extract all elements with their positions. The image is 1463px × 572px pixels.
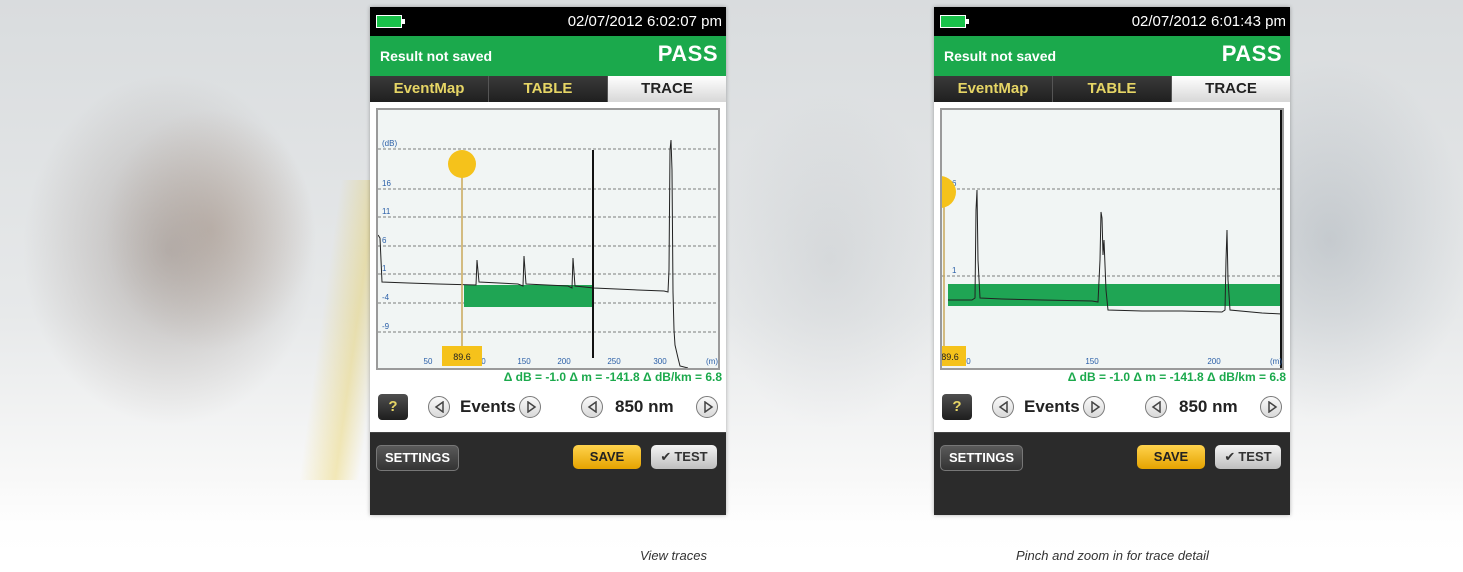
cursor-a-value: 89.6 (942, 352, 959, 362)
events-prev-button[interactable] (428, 396, 450, 418)
device-screen-left: 02/07/2012 6:02:07 pm Result not saved P… (370, 7, 726, 515)
triangle-left-icon (1151, 401, 1161, 413)
triangle-right-icon (527, 401, 537, 413)
x-tick-label: 250 (607, 357, 621, 366)
y-tick-label: 1 (952, 266, 957, 275)
test-button[interactable]: ✔ TEST (651, 445, 717, 469)
x-tick-label: 150 (1085, 357, 1099, 366)
wavelength-label: 850 nm (1179, 397, 1238, 416)
trace-line (378, 139, 689, 368)
cursor-a-handle (448, 150, 476, 178)
event-band (464, 285, 594, 307)
status-bar: 02/07/2012 6:02:07 pm (370, 7, 726, 36)
result-bar: Result not saved PASS (934, 36, 1290, 76)
tab-bar: EventMap TABLE TRACE (370, 76, 726, 102)
test-button-label: TEST (674, 449, 708, 464)
trace-area: (dB) 16 11 6 1 -4 -9 50 150 200 250 300 … (370, 102, 726, 386)
battery-icon (376, 15, 405, 28)
bottom-bar: SETTINGS SAVE ✔ TEST (370, 432, 726, 487)
y-tick-label: 1 (382, 264, 387, 273)
triangle-left-icon (587, 401, 597, 413)
tab-table[interactable]: TABLE (1053, 76, 1172, 102)
checkmark-icon: ✔ (660, 449, 672, 464)
events-label: Events (1024, 397, 1080, 416)
status-bar: 02/07/2012 6:01:43 pm (934, 7, 1290, 36)
tab-eventmap[interactable]: EventMap (370, 76, 489, 102)
trace-area: 6 1 100 150 200 (m) 89.6 Δ dB = -1.0 Δ m… (934, 102, 1290, 386)
event-band (948, 284, 1282, 306)
control-row: ? Events 850 nm (370, 386, 726, 432)
events-label: Events (460, 397, 516, 416)
trace-chart: 6 1 100 150 200 (m) 89.6 (942, 110, 1282, 368)
caption-right: Pinch and zoom in for trace detail (1016, 548, 1209, 563)
x-tick-label: 150 (517, 357, 531, 366)
y-tick-label: 6 (382, 236, 387, 245)
wavelength-next-button[interactable] (1260, 396, 1282, 418)
triangle-right-icon (1268, 401, 1278, 413)
datetime: 02/07/2012 6:01:43 pm (1131, 13, 1286, 30)
trace-plot[interactable]: 6 1 100 150 200 (m) 89.6 (940, 108, 1284, 370)
test-button-label: TEST (1238, 449, 1272, 464)
events-next-button[interactable] (519, 396, 541, 418)
help-button[interactable]: ? (942, 394, 972, 420)
wavelength-label: 850 nm (615, 397, 674, 416)
events-next-button[interactable] (1083, 396, 1105, 418)
verdict-badge: PASS (657, 41, 718, 66)
battery-icon (940, 15, 969, 28)
triangle-left-icon (434, 401, 444, 413)
bottom-bar: SETTINGS SAVE ✔ TEST (934, 432, 1290, 487)
y-unit-label: (dB) (382, 139, 397, 148)
tab-bar: EventMap TABLE TRACE (934, 76, 1290, 102)
x-tick-label: 200 (557, 357, 571, 366)
caption-left: View traces (640, 548, 707, 563)
triangle-right-icon (1091, 401, 1101, 413)
settings-button[interactable]: SETTINGS (940, 445, 1024, 471)
delta-readout: Δ dB = -1.0 Δ m = -141.8 Δ dB/km = 6.8 (503, 370, 722, 384)
device-screen-right: 02/07/2012 6:01:43 pm Result not saved P… (934, 7, 1290, 515)
test-button[interactable]: ✔ TEST (1215, 445, 1281, 469)
tab-trace[interactable]: TRACE (1172, 76, 1290, 102)
tab-eventmap[interactable]: EventMap (934, 76, 1053, 102)
checkmark-icon: ✔ (1224, 449, 1236, 464)
result-bar: Result not saved PASS (370, 36, 726, 76)
y-tick-label: -4 (382, 293, 390, 302)
wavelength-prev-button[interactable] (1145, 396, 1167, 418)
x-unit-label: (m) (706, 357, 718, 366)
tab-table[interactable]: TABLE (489, 76, 608, 102)
x-unit-label: (m) (1270, 357, 1282, 366)
x-tick-label: 200 (1207, 357, 1221, 366)
save-button[interactable]: SAVE (1137, 445, 1205, 469)
cursor-a-value: 89.6 (453, 352, 471, 362)
events-prev-button[interactable] (992, 396, 1014, 418)
trace-plot[interactable]: (dB) 16 11 6 1 -4 -9 50 150 200 250 300 … (376, 108, 720, 370)
y-tick-label: 16 (382, 179, 391, 188)
control-row: ? Events 850 nm (934, 386, 1290, 432)
triangle-right-icon (704, 401, 714, 413)
triangle-left-icon (998, 401, 1008, 413)
datetime: 02/07/2012 6:02:07 pm (567, 13, 722, 30)
result-status: Result not saved (380, 48, 493, 64)
x-tick-label: 300 (653, 357, 667, 366)
y-tick-label: -9 (382, 322, 390, 331)
settings-button[interactable]: SETTINGS (376, 445, 460, 471)
verdict-badge: PASS (1221, 41, 1282, 66)
result-status: Result not saved (944, 48, 1057, 64)
delta-readout: Δ dB = -1.0 Δ m = -141.8 Δ dB/km = 6.8 (1067, 370, 1286, 384)
x-tick-label: 50 (424, 357, 433, 366)
y-tick-label: 11 (382, 207, 391, 216)
tab-trace[interactable]: TRACE (608, 76, 726, 102)
wavelength-next-button[interactable] (696, 396, 718, 418)
help-button[interactable]: ? (378, 394, 408, 420)
wavelength-prev-button[interactable] (581, 396, 603, 418)
trace-chart: (dB) 16 11 6 1 -4 -9 50 150 200 250 300 … (378, 139, 718, 368)
save-button[interactable]: SAVE (573, 445, 641, 469)
